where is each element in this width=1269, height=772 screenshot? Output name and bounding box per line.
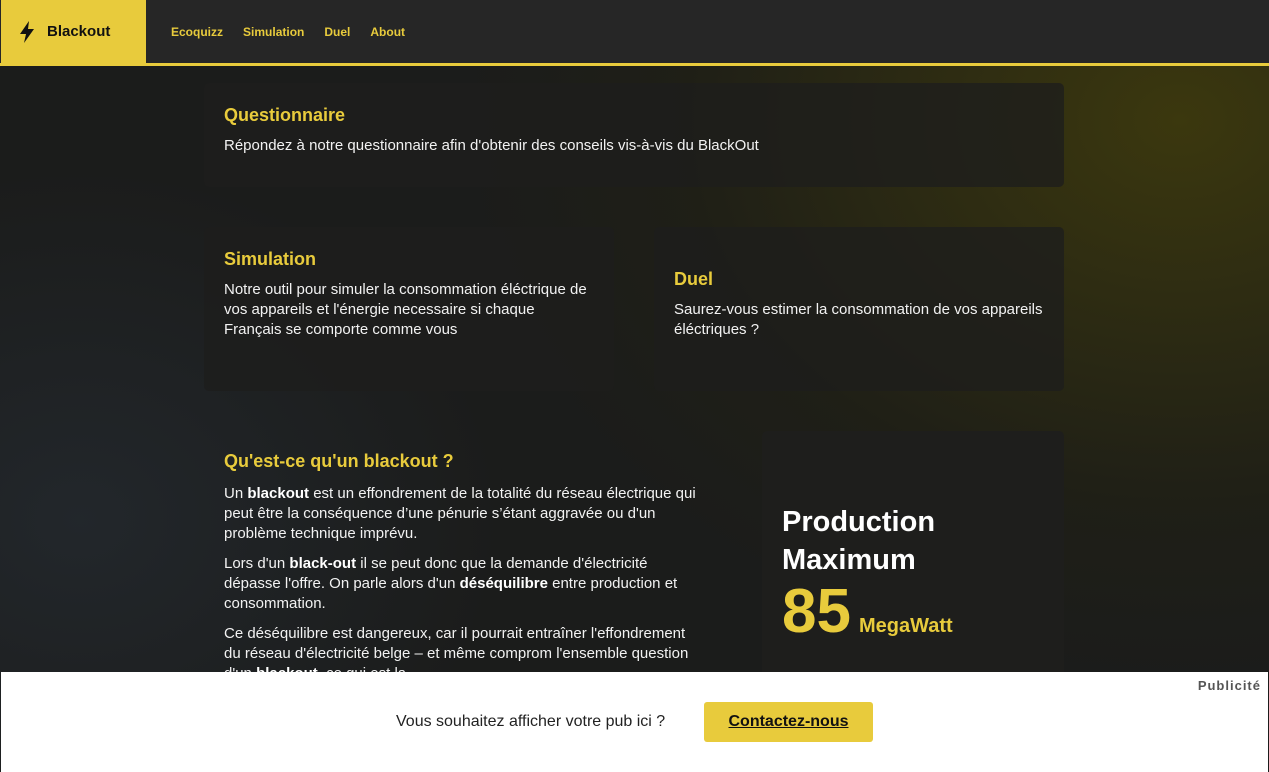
blackout-info-paragraph-1: Un blackout est un effondrement de la to…	[224, 484, 704, 544]
simulation-text: Notre outil pour simuler la consommation…	[224, 281, 587, 338]
duel-card[interactable]: Duel Saurez-vous estimer la consommation…	[654, 227, 1064, 391]
duel-title: Duel	[674, 269, 714, 289]
text-span: Lors d'un	[224, 555, 290, 572]
questionnaire-title: Questionnaire	[224, 105, 346, 125]
nav-link-duel[interactable]: Duel	[324, 25, 350, 39]
questionnaire-text: Répondez à notre questionnaire afin d'ob…	[224, 137, 759, 154]
simulation-title: Simulation	[224, 249, 317, 269]
ad-banner: Publicité Vous souhaitez afficher votre …	[1, 672, 1268, 772]
production-card: Production Maximum 85 MegaWatt	[762, 431, 1064, 691]
simulation-card[interactable]: Simulation Notre outil pour simuler la c…	[204, 227, 614, 391]
nav-link-simulation[interactable]: Simulation	[243, 25, 304, 39]
questionnaire-card[interactable]: Questionnaire Répondez à notre questionn…	[204, 83, 1064, 187]
blackout-info: Qu'est-ce qu'un blackout ? Un blackout e…	[224, 451, 704, 694]
bold-term: déséquilibre	[459, 575, 548, 592]
duel-text: Saurez-vous estimer la consommation de v…	[674, 301, 1043, 338]
contact-button[interactable]: Contactez-nous	[704, 702, 873, 742]
text-span: Un	[224, 485, 248, 502]
blackout-info-title: Qu'est-ce qu'un blackout ?	[224, 451, 454, 471]
navbar: Blackout Ecoquizz Simulation Duel About	[0, 0, 1269, 66]
ad-label: Publicité	[1197, 678, 1261, 693]
nav-link-about[interactable]: About	[370, 25, 405, 39]
production-value: 85	[782, 577, 851, 646]
ad-text: Vous souhaitez afficher votre pub ici ?	[396, 713, 666, 730]
blackout-info-paragraph-2: Lors d'un black-out il se peut donc que …	[224, 554, 704, 614]
production-row: 85 MegaWatt	[782, 581, 1044, 643]
nav-link-ecoquizz[interactable]: Ecoquizz	[171, 25, 223, 39]
bold-term: blackout	[247, 485, 310, 502]
brand-name: Blackout	[47, 23, 111, 40]
brand-logo[interactable]: Blackout	[1, 0, 146, 63]
nav-links: Ecoquizz Simulation Duel About	[171, 0, 405, 63]
production-title: Production Maximum	[782, 506, 936, 576]
bold-term: black-out	[289, 555, 357, 572]
lightning-icon	[20, 20, 34, 43]
production-unit: MegaWatt	[858, 615, 953, 637]
